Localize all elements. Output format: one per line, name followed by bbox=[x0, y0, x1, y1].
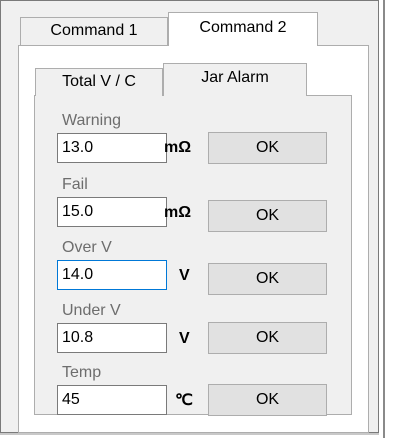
temp-unit: ℃ bbox=[175, 392, 193, 409]
over-v-label: Over V bbox=[62, 239, 112, 256]
tab-jar-alarm-label: Jar Alarm bbox=[201, 69, 269, 86]
warning-input[interactable] bbox=[57, 133, 167, 163]
window-border-right bbox=[383, 0, 385, 438]
tab-command-1[interactable]: Command 1 bbox=[20, 17, 168, 45]
temp-input[interactable] bbox=[57, 385, 167, 415]
under-v-input[interactable] bbox=[57, 323, 167, 353]
temp-label: Temp bbox=[62, 364, 102, 381]
over-v-unit: V bbox=[179, 267, 190, 284]
fail-unit: mΩ bbox=[164, 204, 192, 221]
over-v-input[interactable] bbox=[57, 260, 167, 290]
tab-command-2[interactable]: Command 2 bbox=[168, 12, 318, 46]
fail-input[interactable] bbox=[57, 197, 167, 227]
tab-command-1-label: Command 1 bbox=[50, 22, 138, 39]
tab-total-v-c-label: Total V / C bbox=[62, 73, 136, 90]
tab-command-2-label: Command 2 bbox=[199, 19, 287, 36]
under-v-label: Under V bbox=[62, 302, 121, 319]
over-v-ok-button[interactable]: OK bbox=[208, 263, 327, 295]
tab-total-v-c[interactable]: Total V / C bbox=[35, 68, 163, 96]
warning-label: Warning bbox=[62, 112, 121, 129]
temp-ok-button[interactable]: OK bbox=[208, 384, 327, 416]
under-v-unit: V bbox=[179, 330, 190, 347]
fail-label: Fail bbox=[62, 176, 88, 193]
warning-unit: mΩ bbox=[164, 139, 192, 156]
tab-jar-alarm[interactable]: Jar Alarm bbox=[163, 63, 307, 96]
warning-ok-button[interactable]: OK bbox=[208, 132, 327, 164]
window-border-bottom bbox=[0, 433, 379, 435]
fail-ok-button[interactable]: OK bbox=[208, 200, 327, 232]
under-v-ok-button[interactable]: OK bbox=[208, 322, 327, 354]
